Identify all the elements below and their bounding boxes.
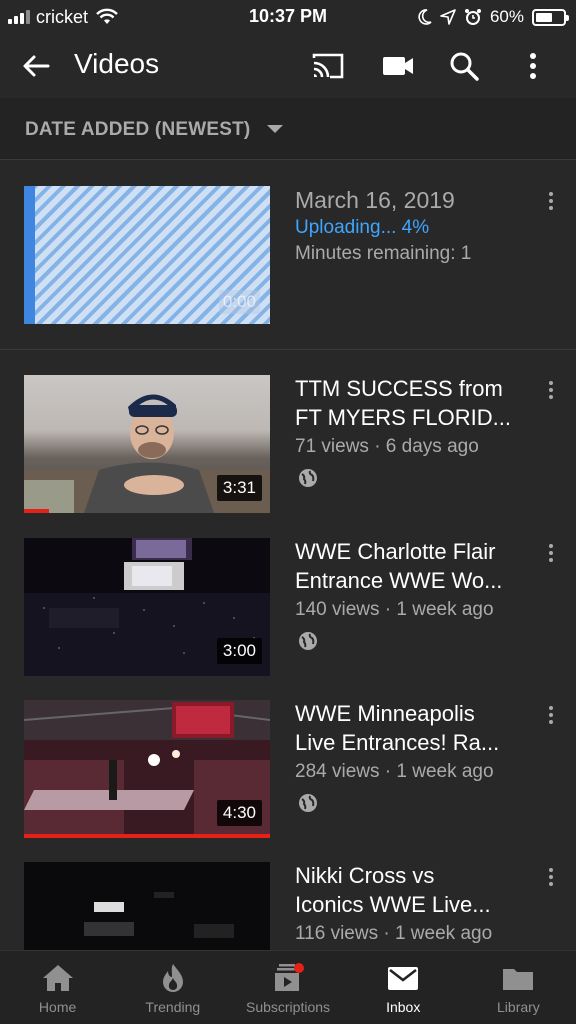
status-bar: cricket 10:37 PM 60% (0, 0, 576, 34)
divider (0, 349, 576, 350)
upload-remaining: Minutes remaining: 1 (295, 243, 472, 264)
video-title-line[interactable]: WWE Minneapolis (295, 700, 525, 728)
caret-down-icon (267, 125, 283, 133)
video-thumbnail[interactable] (24, 862, 270, 952)
public-globe-icon (299, 794, 317, 812)
alarm-icon (464, 9, 481, 25)
watched-progress (24, 834, 270, 838)
public-globe-icon (299, 469, 317, 487)
nav-label: Trending (145, 999, 201, 1015)
video-title-line[interactable]: FT MYERS FLORID... (295, 404, 525, 432)
battery-icon (532, 8, 569, 26)
more-vert-icon[interactable] (545, 706, 557, 728)
video-item[interactable]: Nikki Cross vs Iconics WWE Live... 116 v… (0, 862, 576, 952)
video-duration: 4:30 (216, 800, 262, 826)
cast-icon[interactable] (310, 48, 346, 84)
more-vert-icon[interactable] (545, 868, 557, 890)
video-meta: 140 views · 1 week ago (295, 599, 494, 620)
video-title-line[interactable]: WWE Charlotte Flair (295, 538, 525, 566)
nav-label: Subscriptions (245, 999, 331, 1015)
uploading-video-item[interactable]: 0:00 March 16, 2019 Uploading... 4% Minu… (0, 186, 576, 326)
search-icon[interactable] (446, 48, 482, 84)
upload-date: March 16, 2019 (295, 187, 455, 213)
more-vert-icon[interactable] (545, 381, 557, 403)
public-globe-icon (299, 632, 317, 650)
battery-percent: 60% (489, 7, 524, 26)
subscriptions-icon (275, 963, 304, 991)
video-meta: 71 views · 6 days ago (295, 436, 479, 457)
library-folder-icon (503, 969, 534, 990)
video-thumbnail[interactable]: 3:31 (24, 375, 270, 513)
video-thumbnail[interactable]: 4:30 (24, 700, 270, 838)
more-vert-icon[interactable] (545, 544, 557, 566)
home-icon (42, 965, 73, 991)
moon-icon (418, 9, 432, 25)
back-arrow-icon[interactable] (20, 50, 52, 82)
nav-subscriptions[interactable]: Subscriptions (230, 951, 345, 1024)
nav-library[interactable]: Library (461, 951, 576, 1024)
nav-trending[interactable]: Trending (115, 951, 230, 1024)
bottom-navigation: Home Trending Subscriptions Inbox Librar… (0, 950, 576, 1024)
upload-status: Uploading... 4% (295, 217, 430, 238)
video-title-line[interactable]: Entrance WWE Wo... (295, 567, 525, 595)
nav-inbox[interactable]: Inbox (346, 951, 461, 1024)
thumbnail-image (84, 892, 234, 938)
trending-flame-icon (162, 964, 183, 992)
nav-label: Inbox (386, 999, 421, 1015)
video-meta: 116 views · 1 week ago (295, 923, 493, 944)
upload-progress-bar (24, 186, 35, 324)
nav-home[interactable]: Home (0, 951, 115, 1024)
watched-progress (24, 509, 49, 513)
nav-label: Library (497, 999, 540, 1015)
status-right: 60% (418, 6, 569, 28)
video-item[interactable]: 3:00 WWE Charlotte Flair Entrance WWE Wo… (0, 538, 576, 678)
video-title-line[interactable]: Live Entrances! Ra... (295, 729, 525, 757)
sort-dropdown[interactable]: DATE ADDED (NEWEST) (0, 98, 576, 160)
video-meta: 284 views · 1 week ago (295, 761, 494, 782)
more-vert-icon[interactable] (545, 192, 557, 214)
page-title: Videos (74, 48, 160, 79)
sort-label: DATE ADDED (NEWEST) (25, 119, 251, 140)
video-duration: 0:00 (218, 290, 260, 314)
upload-thumbnail[interactable]: 0:00 (24, 186, 270, 324)
video-title-line[interactable]: Iconics WWE Live... (295, 891, 525, 919)
nav-label: Home (38, 999, 77, 1015)
app-bar: Videos (0, 34, 576, 98)
video-camera-icon[interactable] (380, 48, 416, 84)
video-title-line[interactable]: TTM SUCCESS from (295, 375, 525, 403)
video-thumbnail[interactable]: 3:00 (24, 538, 270, 676)
video-duration: 3:31 (216, 475, 262, 501)
video-title-line[interactable]: Nikki Cross vs (295, 862, 525, 890)
location-arrow-icon (440, 9, 456, 25)
video-item[interactable]: 3:31 TTM SUCCESS from FT MYERS FLORID...… (0, 375, 576, 515)
video-duration: 3:00 (216, 638, 262, 664)
inbox-mail-icon (388, 967, 419, 990)
video-item[interactable]: 4:30 WWE Minneapolis Live Entrances! Ra.… (0, 700, 576, 840)
more-vert-icon[interactable] (515, 48, 551, 84)
